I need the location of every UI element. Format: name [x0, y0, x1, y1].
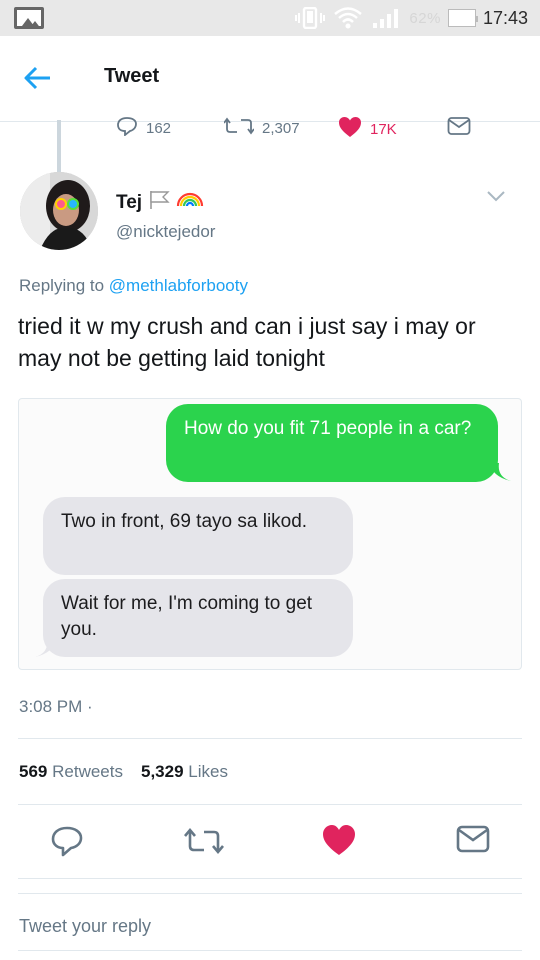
author-handle[interactable]: @nicktejedor — [116, 222, 215, 242]
message-bubble-sent: How do you fit 71 people in a car? — [166, 404, 498, 482]
app-bar: Tweet — [0, 36, 540, 122]
vibrate-icon — [295, 7, 326, 29]
status-icons: 62% 17:43 — [295, 0, 528, 36]
back-arrow-icon[interactable] — [22, 62, 54, 94]
parent-retweet-button[interactable]: 2,307 — [223, 116, 300, 140]
page-title: Tweet — [104, 65, 160, 87]
divider — [18, 893, 522, 894]
battery-icon — [447, 9, 478, 27]
flag-icon — [148, 190, 170, 216]
tweet-timestamp: 3:08 PM · — [19, 697, 93, 716]
divider — [18, 878, 522, 879]
status-bar: 62% 17:43 — [0, 0, 540, 36]
clock: 17:43 — [482, 7, 528, 28]
message-bubble-received: Two in front, 69 tayo sa likod. — [43, 497, 353, 575]
tweet-text: tried it w my crush and can i just say i… — [18, 313, 476, 371]
signal-icon — [371, 7, 401, 29]
reply-input[interactable]: Tweet your reply — [19, 916, 519, 937]
parent-reply-count: 162 — [146, 119, 172, 137]
replying-prefix: Replying to — [19, 276, 105, 295]
likes-count: 5,329 — [140, 762, 184, 781]
retweet-icon[interactable] — [184, 824, 224, 858]
retweet-icon — [223, 116, 255, 140]
tweet-stats: 569 Retweets 5,329 Likes — [19, 762, 228, 782]
tweet-actions — [0, 824, 540, 864]
likes-stat[interactable]: 5,329 Likes — [141, 762, 228, 782]
message-icon — [447, 116, 471, 140]
parent-message-button[interactable] — [447, 116, 471, 140]
retweets-label: Retweets — [52, 762, 123, 781]
chevron-down-icon[interactable] — [486, 188, 506, 204]
replying-to: Replying to @methlabforbooty — [19, 276, 248, 296]
tweet-media[interactable]: How do you fit 71 people in a car? Two i… — [18, 398, 522, 670]
gallery-icon — [14, 7, 44, 29]
retweets-count: 569 — [19, 762, 48, 781]
reply-icon — [116, 116, 138, 140]
author-name-row[interactable]: Tej — [116, 190, 204, 216]
parent-like-count: 17K — [370, 120, 397, 138]
author-name: Tej — [116, 192, 143, 213]
heart-icon — [338, 116, 362, 142]
message-icon[interactable] — [456, 824, 490, 858]
rainbow-icon — [176, 190, 204, 216]
divider — [18, 804, 522, 805]
message-bubble-received: Wait for me, I'm coming to get you. — [43, 579, 353, 657]
battery-percent: 62% — [409, 9, 441, 27]
heart-icon[interactable] — [322, 824, 356, 858]
likes-label: Likes — [188, 762, 228, 781]
avatar[interactable] — [20, 172, 98, 250]
replying-to-link[interactable]: @methlabforbooty — [109, 276, 248, 295]
thread-line — [57, 120, 61, 172]
reply-underline — [18, 950, 522, 951]
wifi-icon — [333, 6, 363, 30]
divider — [18, 738, 522, 739]
parent-reply-button[interactable]: 162 — [116, 116, 171, 140]
reply-icon[interactable] — [50, 824, 84, 858]
parent-retweet-count: 2,307 — [262, 119, 300, 137]
parent-like-button[interactable]: 17K — [338, 116, 397, 142]
retweets-stat[interactable]: 569 Retweets — [19, 762, 123, 782]
